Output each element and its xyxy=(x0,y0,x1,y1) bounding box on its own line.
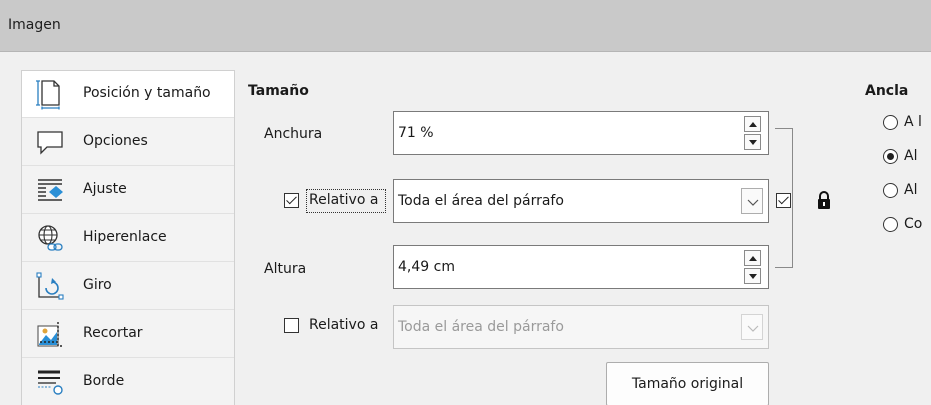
width-relative-value: Toda el área del párrafo xyxy=(398,193,564,209)
anchor-radio-as-character[interactable] xyxy=(883,217,898,232)
height-increment-button[interactable] xyxy=(744,250,761,266)
sidebar-item-label: Ajuste xyxy=(83,181,127,197)
globe-link-icon xyxy=(38,225,63,251)
original-size-button-label: Tamaño original xyxy=(631,376,744,392)
sidebar-item-border[interactable]: Borde xyxy=(22,359,234,405)
border-icon xyxy=(38,370,63,395)
original-size-button[interactable]: Tamaño original xyxy=(606,362,769,405)
height-value: 4,49 cm xyxy=(398,259,455,275)
height-input[interactable]: 4,49 cm xyxy=(393,245,769,289)
size-section-title: Tamaño xyxy=(248,83,309,99)
width-increment-button[interactable] xyxy=(744,116,761,132)
height-decrement-button[interactable] xyxy=(744,268,761,284)
width-decrement-button[interactable] xyxy=(744,134,761,150)
chevron-up-icon xyxy=(749,256,757,261)
sidebar-item-label: Hiperenlace xyxy=(83,229,167,245)
sidebar-item-label: Recortar xyxy=(83,325,143,341)
crop-icon xyxy=(37,322,62,347)
chevron-down-icon xyxy=(749,274,757,279)
width-relative-dropdown-button[interactable] xyxy=(741,188,763,214)
sidebar-item-options[interactable]: Opciones xyxy=(22,119,234,166)
dialog-sidebar: Posición y tamaño Opciones Ajuste Hipere… xyxy=(21,70,235,405)
anchor-option-label: Al xyxy=(904,182,918,198)
sidebar-item-hyperlink[interactable]: Hiperenlace xyxy=(22,215,234,262)
rotate-icon xyxy=(36,272,64,300)
height-relative-dropdown-button[interactable] xyxy=(741,314,763,340)
chevron-down-icon xyxy=(747,199,759,206)
speech-bubble-icon xyxy=(37,131,63,155)
height-spinner xyxy=(744,250,761,284)
lock-icon xyxy=(818,191,830,209)
width-relative-select[interactable]: Toda el área del párrafo xyxy=(393,179,769,223)
width-value: 71 % xyxy=(398,125,434,141)
sidebar-item-wrap[interactable]: Ajuste xyxy=(22,167,234,214)
width-relative-checkbox[interactable] xyxy=(284,193,299,208)
anchor-option-label: Al xyxy=(904,148,918,164)
wrap-icon xyxy=(38,179,63,201)
chevron-up-icon xyxy=(749,122,757,127)
width-relative-label: Relativo a xyxy=(309,192,379,208)
anchor-radio-to-page[interactable] xyxy=(883,115,898,130)
dialog-titlebar: Imagen xyxy=(0,0,931,52)
height-relative-select[interactable]: Toda el área del párrafo xyxy=(393,305,769,349)
sidebar-item-crop[interactable]: Recortar xyxy=(22,311,234,358)
chevron-down-icon xyxy=(747,325,759,332)
width-input[interactable]: 71 % xyxy=(393,111,769,155)
height-relative-checkbox[interactable] xyxy=(284,318,299,333)
anchor-option-label: A l xyxy=(904,114,922,130)
anchor-radio-to-character[interactable] xyxy=(883,183,898,198)
sidebar-item-label: Posición y tamaño xyxy=(83,85,211,101)
sidebar-item-label: Borde xyxy=(83,373,125,389)
anchor-radio-to-paragraph[interactable] xyxy=(883,149,898,164)
sidebar-item-label: Giro xyxy=(83,277,112,293)
anchor-option-label: Co xyxy=(904,216,923,232)
width-label: Anchura xyxy=(264,126,323,142)
height-label: Altura xyxy=(264,261,307,277)
keep-ratio-checkbox[interactable] xyxy=(776,193,791,208)
sidebar-item-label: Opciones xyxy=(83,133,148,149)
chevron-down-icon xyxy=(749,140,757,145)
sidebar-item-rotation[interactable]: Giro xyxy=(22,263,234,310)
width-spinner xyxy=(744,116,761,150)
position-size-icon xyxy=(36,80,60,110)
height-relative-value: Toda el área del párrafo xyxy=(398,319,564,335)
anchor-section-title: Ancla xyxy=(865,83,909,99)
sidebar-item-position-size[interactable]: Posición y tamaño xyxy=(22,71,234,118)
dialog-title: Imagen xyxy=(8,17,61,33)
height-relative-label: Relativo a xyxy=(309,317,379,333)
